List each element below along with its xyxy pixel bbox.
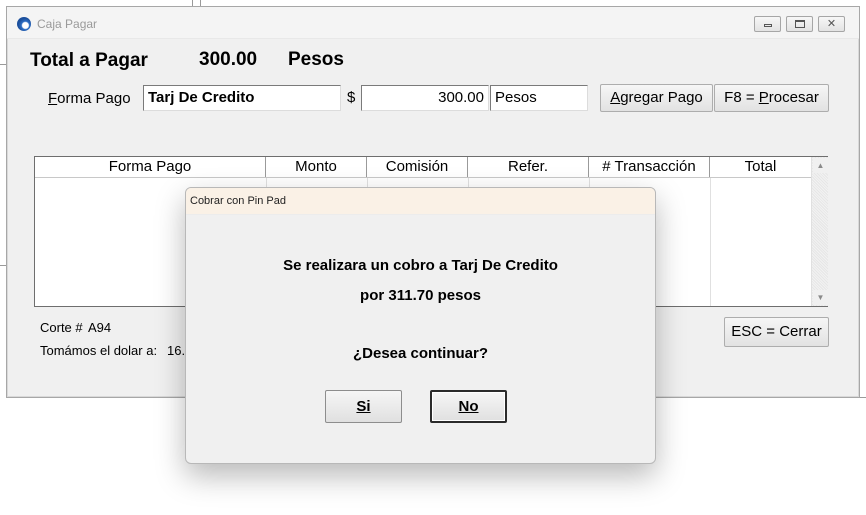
procesar-label: rocesar	[768, 89, 819, 106]
scroll-down-arrow-icon[interactable]: ▼	[813, 290, 828, 305]
yes-button-label: Si	[356, 398, 371, 415]
app-globe-icon	[17, 17, 31, 31]
dialog-title: Cobrar con Pin Pad	[186, 188, 655, 215]
dialog-message-line2: por 311.70 pesos	[360, 287, 481, 304]
procesar-mnemonic: P	[758, 89, 769, 106]
minimize-button[interactable]	[754, 16, 781, 32]
amount-currency-field: Pesos	[490, 85, 588, 111]
agregar-pago-button[interactable]: Agregar Pago	[600, 84, 713, 112]
column-header-monto[interactable]: Monto	[266, 157, 367, 177]
dialog-question: ¿Desea continuar?	[352, 345, 489, 362]
corte-label: Corte #	[40, 320, 83, 335]
title-bar[interactable]: Caja Pagar ✕	[7, 7, 859, 39]
cerrar-button[interactable]: ESC = Cerrar	[724, 317, 829, 347]
no-button-label: No	[458, 398, 479, 415]
amount-field[interactable]: 300.00	[361, 85, 489, 111]
total-currency: Pesos	[288, 49, 344, 70]
agregar-pago-label: gregar Pago	[620, 89, 703, 106]
forma-pago-field[interactable]: Tarj De Credito	[143, 85, 341, 111]
table-header: Forma Pago Monto Comisión Refer. # Trans…	[35, 157, 811, 178]
table-vertical-scrollbar[interactable]: ▲ ▼	[811, 157, 828, 306]
scroll-up-arrow-icon[interactable]: ▲	[813, 158, 828, 173]
corte-value: A94	[88, 320, 112, 335]
close-button[interactable]: ✕	[818, 16, 845, 32]
close-icon: ✕	[826, 18, 837, 30]
procesar-button[interactable]: F8 = Procesar	[714, 84, 829, 112]
procesar-prefix: F8 =	[724, 89, 759, 106]
column-header-comision[interactable]: Comisión	[367, 157, 468, 177]
dolar-label: Tomámos el dolar a:	[40, 343, 158, 358]
dialog-message-line1: Se realizara un cobro a Tarj De Credito	[283, 257, 558, 274]
total-label: Total a Pagar	[30, 50, 148, 71]
total-value: 300.00	[199, 49, 258, 70]
agregar-pago-mnemonic: A	[610, 89, 621, 106]
maximize-button[interactable]	[786, 16, 813, 32]
column-divider	[710, 178, 711, 306]
forma-pago-label: Forma Pago	[48, 90, 131, 107]
maximize-icon	[795, 20, 805, 28]
no-button[interactable]: No	[430, 390, 507, 423]
dollar-sign-label: $	[347, 89, 356, 106]
forma-pago-label-text: orma Pago	[57, 90, 131, 107]
column-header-forma-pago[interactable]: Forma Pago	[35, 157, 266, 177]
column-header-refer[interactable]: Refer.	[468, 157, 589, 177]
minimize-icon	[764, 24, 772, 27]
column-header-transaccion[interactable]: # Transacción	[589, 157, 710, 177]
window-title: Caja Pagar	[37, 17, 98, 31]
yes-button[interactable]: Si	[325, 390, 402, 423]
pin-pad-dialog: Cobrar con Pin Pad Se realizara un cobro…	[185, 187, 656, 464]
column-header-total[interactable]: Total	[710, 157, 811, 177]
forma-pago-label-mnemonic: F	[48, 90, 58, 107]
